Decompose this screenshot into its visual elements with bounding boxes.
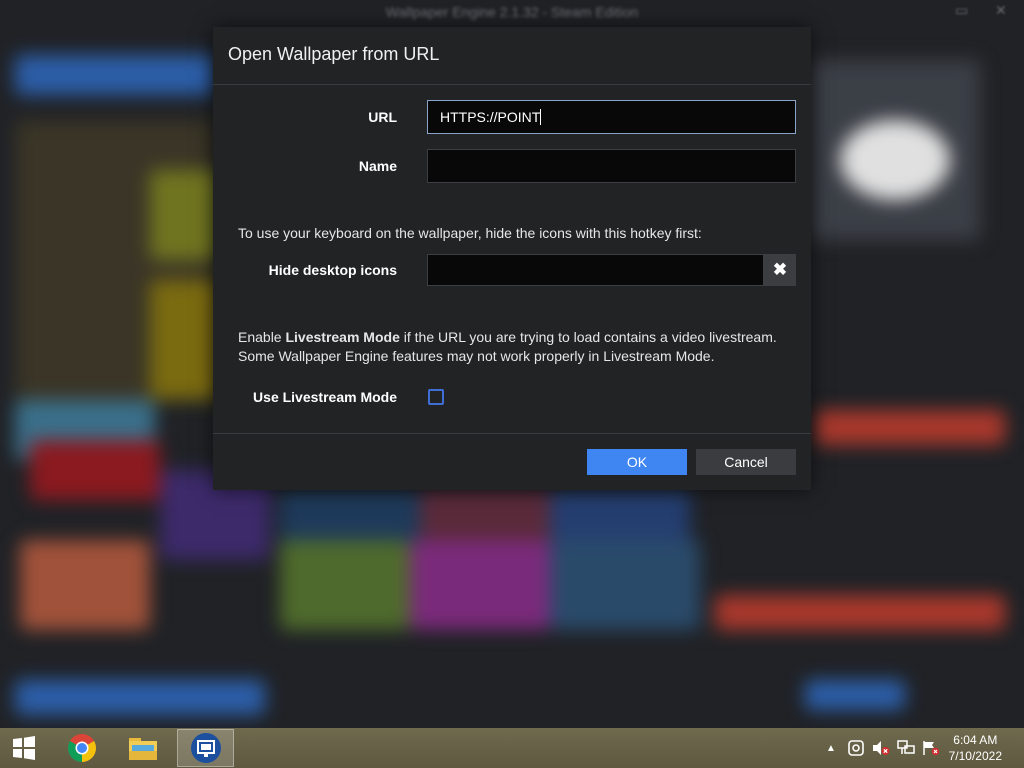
hide-desktop-icons-hotkey-input[interactable] — [427, 254, 764, 286]
maximize-icon[interactable]: ▭ — [955, 2, 968, 19]
footer-divider — [213, 433, 811, 434]
dialog-title: Open Wallpaper from URL — [228, 44, 440, 64]
system-clock[interactable]: 6:04 AM 7/10/2022 — [949, 732, 1002, 764]
wallpaper-engine-icon — [190, 733, 221, 763]
livestream-desc-prefix: Enable — [238, 329, 286, 345]
close-icon[interactable]: ✕ — [995, 2, 1007, 19]
name-label: Name — [358, 158, 397, 174]
livestream-description: Enable Livestream Mode if the URL you ar… — [238, 328, 803, 366]
open-wallpaper-url-dialog: Open Wallpaper from URL URL HTTPS://POIN… — [213, 27, 811, 490]
use-livestream-mode-label: Use Livestream Mode — [253, 389, 397, 405]
use-livestream-mode-checkbox[interactable] — [428, 389, 444, 405]
close-x-icon: ✖ — [772, 260, 788, 279]
hide-desktop-icons-label: Hide desktop icons — [268, 262, 397, 278]
url-input-value: HTTPS://POINT — [440, 109, 541, 125]
clock-time: 6:04 AM — [953, 733, 998, 747]
network-icon[interactable] — [897, 728, 919, 768]
folder-icon — [129, 738, 157, 760]
background-window-title: Wallpaper Engine 2.1.32 - Steam Edition — [385, 4, 639, 20]
action-center-flag-icon[interactable] — [922, 728, 944, 768]
taskbar-chrome[interactable] — [54, 729, 110, 767]
taskbar-file-explorer[interactable] — [115, 729, 171, 767]
clear-hotkey-button[interactable]: ✖ — [764, 254, 796, 286]
show-hidden-icons-chevron-icon[interactable]: ▲ — [826, 728, 840, 768]
start-button[interactable] — [0, 729, 48, 767]
windows-logo-icon — [13, 736, 35, 760]
title-divider — [213, 84, 811, 85]
clock-date: 7/10/2022 — [948, 749, 1002, 763]
taskbar-wallpaper-engine[interactable] — [177, 729, 234, 767]
url-label: URL — [368, 109, 397, 125]
cancel-button[interactable]: Cancel — [696, 449, 796, 475]
hotkey-instructions: To use your keyboard on the wallpaper, h… — [238, 225, 702, 241]
speaker-muted-icon[interactable] — [872, 728, 894, 768]
text-caret — [540, 109, 542, 125]
name-input[interactable] — [427, 149, 796, 183]
chrome-icon — [68, 734, 96, 762]
taskbar: ▲ 6:04 AM 7/10/2022 — [0, 728, 1024, 768]
livestream-desc-suffix: if the URL you are trying to load contai… — [399, 329, 777, 345]
livestream-desc-bold: Livestream Mode — [285, 329, 400, 345]
livestream-desc-line2: Some Wallpaper Engine features may not w… — [238, 348, 715, 364]
ok-button[interactable]: OK — [587, 449, 687, 475]
url-input[interactable]: HTTPS://POINT — [427, 100, 796, 134]
webcam-icon[interactable] — [848, 728, 868, 768]
